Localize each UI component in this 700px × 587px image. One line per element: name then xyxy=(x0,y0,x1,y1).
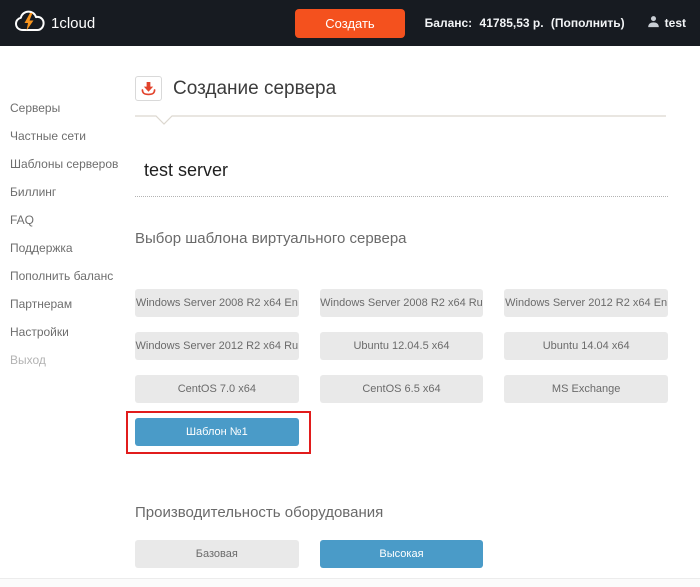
main-content: Создание сервера test server Выбор шабло… xyxy=(126,46,700,587)
username: test xyxy=(664,16,686,30)
page-title: Создание сервера xyxy=(173,77,337,99)
sidebar-item-support[interactable]: Поддержка xyxy=(10,234,133,262)
selected-template-cell: Шаблон №1 xyxy=(126,411,311,454)
logo-text: 1cloud xyxy=(51,14,96,32)
template-button-centos-70[interactable]: CentOS 7.0 x64 xyxy=(135,375,299,403)
page-title-row: Создание сервера xyxy=(135,76,668,101)
balance-value: 41785,53 р. xyxy=(479,16,544,30)
topup-link[interactable]: (Пополнить) xyxy=(551,16,625,30)
template-button-win2012-en[interactable]: Windows Server 2012 R2 x64 En xyxy=(504,289,668,317)
template-button-centos-65[interactable]: CentOS 6.5 x64 xyxy=(319,375,484,403)
template-section-heading: Выбор шаблона виртуального сервера xyxy=(135,230,407,247)
cloud-lightning-icon xyxy=(14,10,46,37)
balance: Баланс: 41785,53 р. (Пополнить) xyxy=(425,16,625,30)
top-bar: 1cloud Создать Баланс: 41785,53 р. (Попо… xyxy=(0,0,700,46)
logo[interactable]: 1cloud xyxy=(14,10,95,37)
balance-label: Баланс: xyxy=(424,16,473,30)
server-name-field[interactable]: test server xyxy=(135,160,668,181)
sidebar-item-partners[interactable]: Партнерам xyxy=(10,290,133,318)
user-menu[interactable]: test xyxy=(647,15,686,31)
template-button-ubuntu-1404[interactable]: Ubuntu 14.04 x64 xyxy=(504,332,668,360)
performance-button-basic[interactable]: Базовая xyxy=(135,540,299,568)
user-icon xyxy=(647,15,660,31)
step-divider xyxy=(135,115,666,125)
sidebar-item-private-networks[interactable]: Частные сети xyxy=(10,122,133,150)
sidebar-item-topup-balance[interactable]: Пополнить баланс xyxy=(10,262,133,290)
template-grid: Windows Server 2008 R2 x64 En Windows Se… xyxy=(126,289,668,454)
sidebar-nav: Серверы Частные сети Шаблоны серверов Би… xyxy=(0,46,133,587)
sidebar-item-faq[interactable]: FAQ xyxy=(10,206,133,234)
performance-section-heading: Производительность оборудования xyxy=(135,504,384,521)
template-button-win2012-ru[interactable]: Windows Server 2012 R2 x64 Ru xyxy=(135,332,299,360)
template-button-custom-1[interactable]: Шаблон №1 xyxy=(135,418,299,446)
header-left: 1cloud xyxy=(14,10,295,37)
sidebar-item-settings[interactable]: Настройки xyxy=(10,318,133,346)
server-name-underline xyxy=(135,196,668,197)
template-button-win2008-en[interactable]: Windows Server 2008 R2 x64 En xyxy=(135,289,299,317)
download-icon xyxy=(135,76,162,101)
sidebar-item-logout[interactable]: Выход xyxy=(10,346,133,374)
performance-button-high[interactable]: Высокая xyxy=(319,540,484,568)
template-button-win2008-ru[interactable]: Windows Server 2008 R2 x64 Ru xyxy=(319,289,484,317)
template-button-ms-exchange[interactable]: MS Exchange xyxy=(504,375,668,403)
sidebar-item-billing[interactable]: Биллинг xyxy=(10,178,133,206)
header-right: Баланс: 41785,53 р. (Пополнить) test xyxy=(405,15,686,31)
page-body: Серверы Частные сети Шаблоны серверов Би… xyxy=(0,46,700,587)
sidebar-item-server-templates[interactable]: Шаблоны серверов xyxy=(10,150,133,178)
performance-options: Базовая Высокая xyxy=(135,540,668,568)
template-button-ubuntu-1204[interactable]: Ubuntu 12.04.5 x64 xyxy=(319,332,484,360)
create-button[interactable]: Создать xyxy=(295,8,405,38)
footer-strip xyxy=(0,578,700,587)
sidebar-item-servers[interactable]: Серверы xyxy=(10,94,133,122)
